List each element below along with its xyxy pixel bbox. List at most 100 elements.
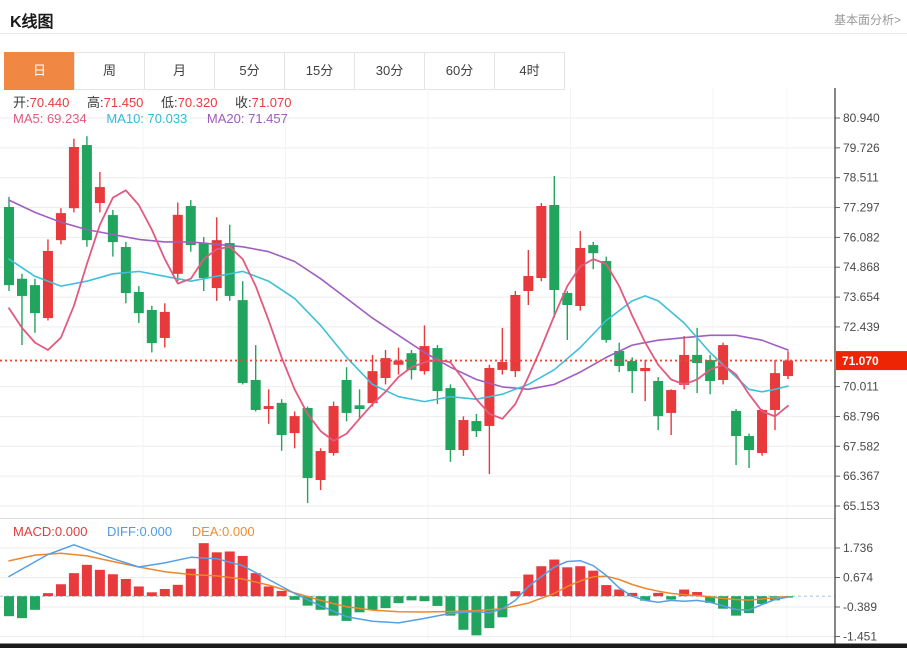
candle-body bbox=[212, 240, 222, 288]
macd-bar bbox=[173, 585, 183, 596]
macd-bar bbox=[95, 570, 105, 596]
y-axis-label: 79.726 bbox=[843, 141, 880, 155]
candle-body bbox=[56, 213, 66, 240]
macd-bar bbox=[251, 573, 261, 596]
y-axis-label: 76.082 bbox=[843, 230, 880, 244]
candle-body bbox=[536, 206, 546, 278]
candle-body bbox=[160, 312, 170, 338]
candle-body bbox=[30, 285, 40, 313]
candle-body bbox=[264, 406, 274, 409]
candle-body bbox=[290, 416, 300, 433]
macd-bar bbox=[121, 579, 131, 596]
macd-bar bbox=[134, 586, 144, 596]
macd-bar bbox=[17, 596, 27, 618]
tab-30min[interactable]: 30分 bbox=[354, 52, 425, 90]
tab-4hour[interactable]: 4时 bbox=[494, 52, 565, 90]
macd-bar bbox=[186, 569, 196, 596]
macd-axis-label: -1.451 bbox=[843, 629, 877, 643]
kline-chart-canvas[interactable]: 80.94079.72678.51177.29776.08274.86873.6… bbox=[0, 88, 907, 648]
candle-body bbox=[783, 361, 793, 376]
candle-body bbox=[147, 310, 157, 343]
macd-value: MACD:0.000 bbox=[13, 524, 87, 539]
candle-body bbox=[95, 187, 105, 203]
candle-body bbox=[458, 420, 468, 450]
y-axis-label: 73.654 bbox=[843, 290, 880, 304]
tab-15min[interactable]: 15分 bbox=[284, 52, 355, 90]
candle-body bbox=[342, 380, 352, 413]
candle-body bbox=[355, 405, 365, 409]
candle-body bbox=[277, 403, 287, 435]
tab-60min[interactable]: 60分 bbox=[424, 52, 495, 90]
macd-bar bbox=[471, 596, 481, 635]
y-axis-label: 65.153 bbox=[843, 499, 880, 513]
y-axis-label: 68.796 bbox=[843, 409, 880, 423]
kline-page: K线图 基本面分析> 日 周 月 5分 15分 30分 60分 4时 80.94… bbox=[0, 0, 907, 648]
candle-body bbox=[432, 348, 442, 391]
candle-body bbox=[238, 300, 248, 383]
candle-body bbox=[588, 245, 598, 253]
macd-axis-label: 1.736 bbox=[843, 541, 873, 555]
macd-bar bbox=[199, 543, 209, 596]
candle-body bbox=[82, 145, 92, 240]
candle-body bbox=[731, 411, 741, 436]
tab-month[interactable]: 月 bbox=[144, 52, 215, 90]
candle-body bbox=[757, 410, 767, 453]
candle-body bbox=[653, 381, 663, 416]
candle-body bbox=[471, 421, 481, 431]
macd-bar bbox=[277, 591, 287, 596]
fundamental-analysis-link[interactable]: 基本面分析> bbox=[834, 11, 901, 28]
open-value: 70.440 bbox=[30, 95, 70, 110]
macd-bar bbox=[653, 593, 663, 596]
candle-body bbox=[601, 261, 611, 340]
macd-bar bbox=[432, 596, 442, 606]
close-value: 71.070 bbox=[252, 95, 292, 110]
macd-bar bbox=[381, 596, 391, 608]
candle-body bbox=[692, 355, 702, 363]
diff-value: DIFF:0.000 bbox=[107, 524, 172, 539]
candle-body bbox=[744, 436, 754, 450]
macd-bar bbox=[406, 596, 416, 600]
low-value: 70.320 bbox=[178, 95, 218, 110]
candle-body bbox=[251, 380, 261, 410]
macd-bar bbox=[56, 584, 66, 596]
macd-bar bbox=[82, 565, 92, 596]
macd-bar bbox=[536, 566, 546, 596]
macd-bar bbox=[160, 589, 170, 596]
y-axis-label: 67.582 bbox=[843, 439, 880, 453]
y-axis-label: 70.011 bbox=[843, 380, 879, 394]
macd-bar bbox=[562, 567, 572, 596]
macd-bar bbox=[510, 591, 520, 596]
macd-bar bbox=[290, 596, 300, 600]
candle-body bbox=[134, 292, 144, 313]
y-axis-label: 77.297 bbox=[843, 201, 880, 215]
candle-body bbox=[121, 247, 131, 293]
macd-readout: MACD:0.000 DIFF:0.000 DEA:0.000 bbox=[13, 524, 255, 539]
current-price-tag-text: 71.070 bbox=[842, 354, 879, 368]
tab-day[interactable]: 日 bbox=[4, 52, 75, 90]
macd-bar bbox=[666, 596, 676, 599]
candle-body bbox=[43, 251, 53, 318]
ma20-value: MA20: 71.457 bbox=[207, 111, 288, 126]
y-axis-label: 80.940 bbox=[843, 111, 880, 125]
macd-bar bbox=[394, 596, 404, 603]
candle-body bbox=[627, 361, 637, 371]
ma5-value: MA5: 69.234 bbox=[13, 111, 87, 126]
low-label: 低: bbox=[161, 95, 178, 110]
macd-bar bbox=[419, 596, 429, 601]
page-title: K线图 bbox=[10, 8, 54, 32]
open-label: 开: bbox=[13, 95, 30, 110]
tab-week[interactable]: 周 bbox=[74, 52, 145, 90]
macd-bar bbox=[355, 596, 365, 612]
bottom-border bbox=[0, 644, 907, 648]
y-axis-label: 72.439 bbox=[843, 320, 880, 334]
candle-body bbox=[523, 276, 533, 291]
macd-bar bbox=[43, 593, 53, 596]
header-divider bbox=[0, 33, 907, 34]
candle-body bbox=[640, 368, 650, 371]
candle-body bbox=[368, 371, 378, 403]
macd-bar bbox=[225, 551, 235, 596]
macd-bar bbox=[588, 571, 598, 597]
close-label: 收: bbox=[235, 95, 252, 110]
tab-5min[interactable]: 5分 bbox=[214, 52, 285, 90]
candle-body bbox=[666, 390, 676, 413]
